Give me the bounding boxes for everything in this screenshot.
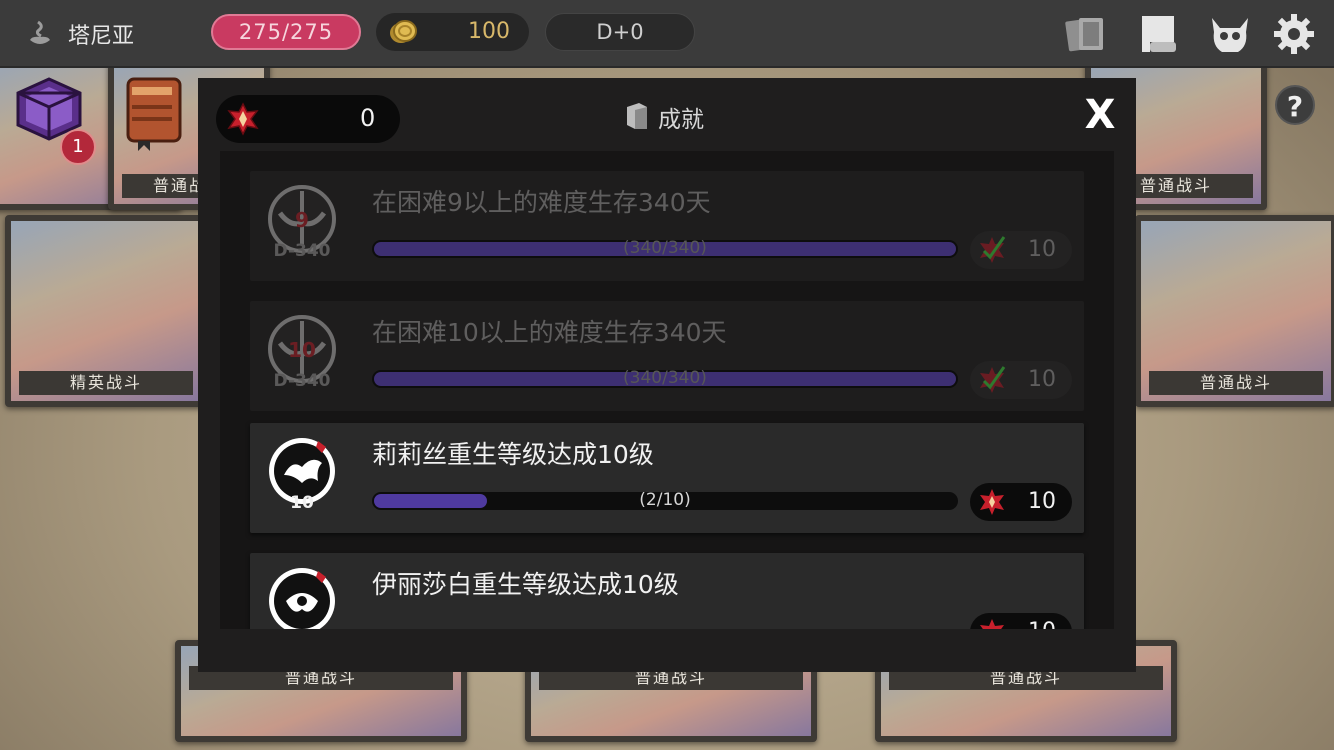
progress-text: (2/10) bbox=[639, 490, 691, 510]
emblem-number: 10 bbox=[288, 338, 316, 362]
chest-count-badge: 1 bbox=[60, 129, 96, 165]
elizabeth-emblem-icon bbox=[269, 568, 335, 629]
achievement-row[interactable]: 10 莉莉丝重生等级达成10级 (2/10) 10 bbox=[250, 423, 1084, 533]
achievement-book-icon bbox=[627, 103, 647, 129]
emblem-caption: D-340 bbox=[273, 371, 331, 391]
demon-skull-icon[interactable] bbox=[1208, 12, 1252, 56]
location-icon bbox=[30, 20, 50, 44]
gold-value: 100 bbox=[468, 19, 510, 44]
red-gem-icon bbox=[227, 102, 259, 136]
close-button[interactable]: X bbox=[1080, 95, 1120, 136]
reward-claimed: 10 bbox=[970, 231, 1072, 269]
red-gem-check-icon bbox=[980, 366, 1006, 393]
reward-button[interactable]: 10 bbox=[970, 483, 1072, 521]
gem-count: 0 bbox=[360, 104, 376, 132]
achievement-description: 莉莉丝重生等级达成10级 bbox=[372, 440, 654, 469]
card-label: 普通战斗 bbox=[1149, 371, 1323, 395]
progress-text: (340/340) bbox=[623, 238, 707, 258]
red-gem-check-icon bbox=[980, 236, 1006, 263]
achievement-row[interactable]: 伊丽莎白重生等级达成10级 10 bbox=[250, 553, 1084, 629]
reward-amount: 10 bbox=[1028, 489, 1056, 514]
help-button[interactable]: ? bbox=[1275, 85, 1315, 125]
emblem-caption: 10 bbox=[290, 493, 314, 513]
modal-title: 成就 bbox=[658, 107, 704, 133]
achievement-row[interactable]: 10 D-340 在困难10以上的难度生存340天 (340/340) 10 bbox=[250, 301, 1084, 411]
achievement-description: 在困难10以上的难度生存340天 bbox=[372, 318, 727, 347]
emblem-number: 9 bbox=[295, 208, 309, 232]
reward-claimed: 10 bbox=[970, 361, 1072, 399]
red-gem-icon bbox=[980, 489, 1004, 515]
achievement-row[interactable]: 9 D-340 在困难9以上的难度生存340天 (340/340) 10 bbox=[250, 171, 1084, 281]
achievement-list[interactable]: 9 D-340 在困难9以上的难度生存340天 (340/340) 10 10 … bbox=[220, 151, 1114, 629]
reward-amount: 10 bbox=[1028, 619, 1056, 629]
battle-card[interactable]: 精英战斗 bbox=[5, 215, 207, 407]
battle-card[interactable]: 普通战斗 bbox=[1135, 215, 1334, 407]
achievement-description: 伊丽莎白重生等级达成10级 bbox=[372, 570, 679, 599]
gold-coin-icon bbox=[390, 20, 417, 43]
reward-amount: 10 bbox=[1028, 367, 1056, 392]
gear-icon[interactable] bbox=[1272, 12, 1316, 56]
emblem-caption: D-340 bbox=[273, 241, 331, 261]
achievement-description: 在困难9以上的难度生存340天 bbox=[372, 188, 711, 217]
location-name: 塔尼亚 bbox=[68, 24, 135, 49]
book-icon[interactable] bbox=[122, 73, 188, 151]
day-counter: D+0 bbox=[545, 13, 695, 51]
card-label: 精英战斗 bbox=[19, 371, 193, 395]
reward-button[interactable]: 10 bbox=[970, 613, 1072, 629]
reward-amount: 10 bbox=[1028, 237, 1056, 262]
progress-text: (340/340) bbox=[623, 368, 707, 388]
red-gem-icon bbox=[980, 619, 1004, 629]
cards-icon[interactable] bbox=[1063, 12, 1107, 56]
map-scroll-icon[interactable] bbox=[1136, 12, 1180, 56]
hp-counter: 275/275 bbox=[211, 14, 361, 50]
